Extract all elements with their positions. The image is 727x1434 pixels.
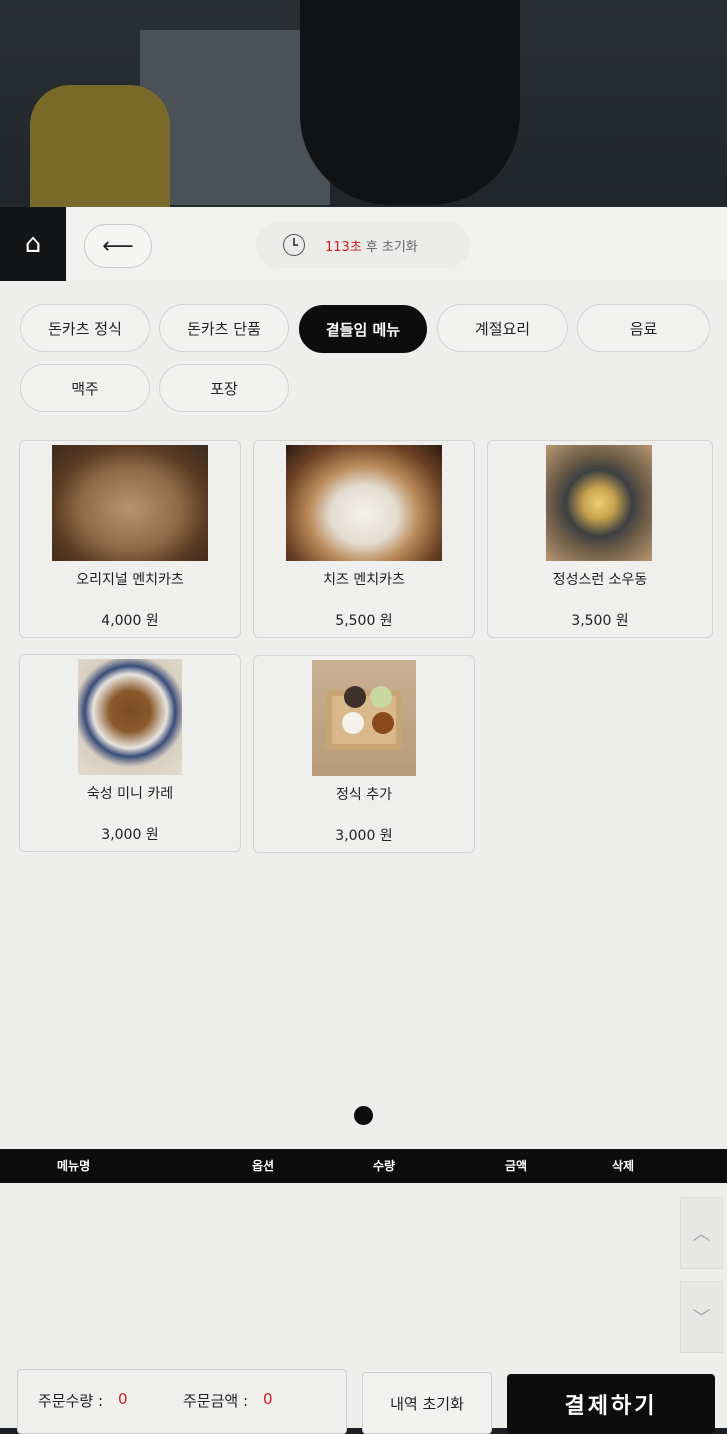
menu-item-name: 정식 추가 [336, 787, 392, 803]
menu-item-image [52, 445, 208, 561]
order-amount-label: 주문금액 : [183, 1392, 249, 1410]
home-icon: ⌂ [24, 229, 42, 259]
order-amount-value: 0 [263, 1390, 273, 1408]
header-quantity: 수량 [373, 1159, 396, 1173]
menu-item-card[interactable]: 숙성 미니 카레 3,000 원 [19, 654, 241, 852]
menu-item-price: 3,000 원 [335, 828, 393, 844]
tab-drinks[interactable]: 음료 [577, 304, 710, 352]
page-indicator-dot[interactable] [354, 1106, 373, 1125]
timer-suffix: 후 초기화 [365, 239, 418, 255]
order-quantity-value: 0 [118, 1390, 128, 1408]
menu-item-price: 3,500 원 [571, 613, 629, 629]
menu-item-card[interactable]: 정식 추가 3,000 원 [253, 655, 475, 853]
timer-seconds: 113초 [325, 239, 362, 255]
menu-item-card[interactable]: 치즈 멘치카츠 5,500 원 [253, 440, 475, 638]
menu-item-price: 4,000 원 [101, 613, 159, 629]
order-table-header: 메뉴명 옵션 수량 금액 삭제 [0, 1149, 727, 1183]
order-summary: 주문수량 : 0 주문금액 : 0 [17, 1369, 347, 1434]
menu-item-card[interactable]: 오리지널 멘치카츠 4,000 원 [19, 440, 241, 638]
header-amount: 금액 [505, 1159, 528, 1173]
chevron-up-icon: ︿ [692, 1224, 711, 1245]
menu-item-image [312, 660, 416, 776]
chevron-down-icon: ﹀ [692, 1308, 711, 1329]
reset-timer: 113초 후 초기화 [256, 222, 470, 268]
tab-tonkatsu-set[interactable]: 돈카츠 정식 [20, 304, 150, 352]
menu-item-price: 3,000 원 [101, 827, 159, 843]
menu-item-image [286, 445, 442, 561]
header-delete: 삭제 [612, 1159, 635, 1173]
menu-item-price: 5,500 원 [335, 613, 393, 629]
menu-item-image [78, 659, 182, 775]
tab-takeout[interactable]: 포장 [159, 364, 289, 412]
tab-tonkatsu-single[interactable]: 돈카츠 단품 [159, 304, 289, 352]
background-silhouette [300, 0, 520, 205]
menu-item-name: 치즈 멘치카츠 [323, 572, 405, 588]
menu-item-image [546, 445, 652, 561]
menu-item-card[interactable]: 정성스런 소우동 3,500 원 [487, 440, 713, 638]
back-arrow-icon: ⟵ [102, 233, 134, 259]
menu-item-name: 오리지널 멘치카츠 [76, 572, 184, 588]
tab-side-menu[interactable]: 곁들임 메뉴 [299, 305, 427, 353]
home-button[interactable]: ⌂ [0, 207, 66, 281]
order-quantity-label: 주문수량 : [38, 1392, 104, 1410]
tab-beer[interactable]: 맥주 [20, 364, 150, 412]
header-menu-name: 메뉴명 [57, 1159, 91, 1173]
menu-item-name: 정성스런 소우동 [552, 572, 648, 588]
header-option: 옵션 [252, 1159, 275, 1173]
tab-seasonal[interactable]: 계절요리 [437, 304, 568, 352]
scroll-down-button[interactable]: ﹀ [680, 1281, 723, 1353]
pay-button[interactable]: 결제하기 [507, 1374, 715, 1434]
menu-item-name: 숙성 미니 카레 [86, 786, 174, 802]
clock-icon [283, 234, 305, 256]
order-list [0, 1183, 727, 1358]
reset-history-button[interactable]: 내역 초기화 [362, 1372, 492, 1434]
scroll-up-button[interactable]: ︿ [680, 1197, 723, 1269]
back-button[interactable]: ⟵ [84, 224, 152, 268]
